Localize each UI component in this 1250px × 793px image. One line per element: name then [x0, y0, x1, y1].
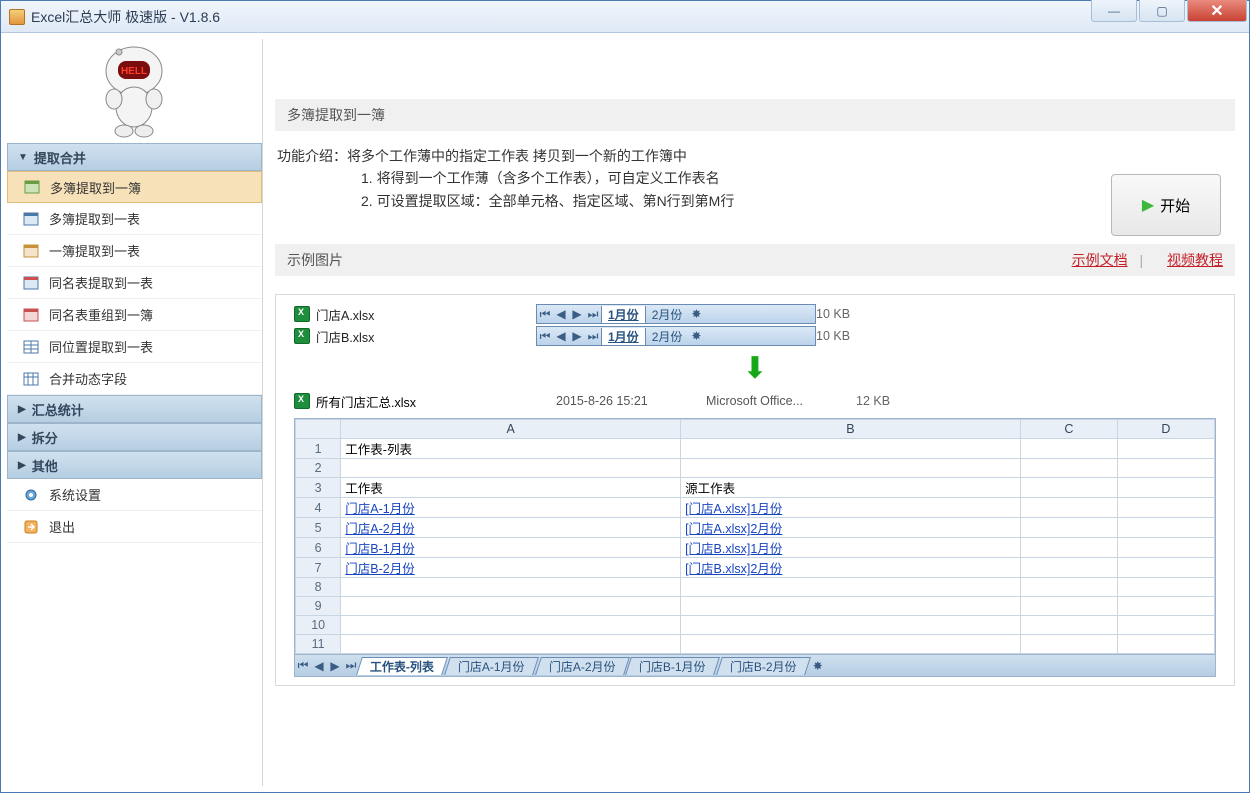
first-icon: ⏮ — [295, 658, 311, 673]
nav-extract-multibook-to-sheet[interactable]: 多簿提取到一表 — [7, 203, 262, 235]
maximize-button[interactable]: ▢ — [1139, 0, 1185, 22]
nav-exit[interactable]: 退出 — [7, 511, 262, 543]
sheet-tab-nav: ⏮ ◀ ▶ ⏭ 1月份 2月份 ✸ — [536, 304, 816, 324]
nav-extract-samepos-to-sheet[interactable]: 同位置提取到一表 — [7, 331, 262, 363]
new-sheet-icon: ✸ — [688, 307, 704, 321]
arrow-down-icon: ⬇ — [294, 351, 1216, 386]
play-icon: ▶ — [1142, 195, 1154, 215]
sheet-icon — [23, 211, 39, 227]
example-file-row: 门店A.xlsx ⏮ ◀ ▶ ⏭ 1月份 2月份 ✸ — [294, 303, 1216, 325]
main-panel: 多簿提取到一簿 功能介绍：将多个工作薄中的指定工作表 拷贝到一个新的工作簿中 1… — [263, 39, 1243, 786]
gear-icon — [23, 487, 39, 503]
example-doc-link[interactable]: 示例文档 — [1072, 252, 1128, 268]
excel-file-icon — [294, 306, 310, 322]
output-file-row: 所有门店汇总.xlsx 2015-8-26 15:21 Microsoft Of… — [294, 390, 1216, 412]
sidebar: HELL ▼ 提取合并 多簿提取到一簿 — [7, 39, 263, 786]
excel-file-icon — [294, 328, 310, 344]
example-header: 示例图片 示例文档 | 视频教程 — [275, 244, 1235, 276]
chevron-right-icon: ▶ — [18, 432, 26, 443]
titlebar: Excel汇总大师 极速版 - V1.8.6 — ▢ ✕ — [1, 1, 1249, 33]
close-button[interactable]: ✕ — [1187, 0, 1247, 22]
nav-section-other[interactable]: ▶ 其他 — [7, 451, 262, 479]
new-sheet-icon: ✸ — [810, 659, 826, 673]
grid-icon — [23, 371, 39, 387]
minimize-button[interactable]: — — [1091, 0, 1137, 22]
sheet-icon — [23, 307, 39, 323]
nav-section-split[interactable]: ▶ 拆分 — [7, 423, 262, 451]
window-title: Excel汇总大师 极速版 - V1.8.6 — [31, 7, 1091, 27]
nav-merge-dynamic-fields[interactable]: 合并动态字段 — [7, 363, 262, 395]
nav-section-summary[interactable]: ▶ 汇总统计 — [7, 395, 262, 423]
exit-icon — [23, 519, 39, 535]
example-panel: 门店A.xlsx ⏮ ◀ ▶ ⏭ 1月份 2月份 ✸ — [275, 294, 1235, 686]
nav-extract-samename-to-sheet[interactable]: 同名表提取到一表 — [7, 267, 262, 299]
nav-extract-samename-to-book[interactable]: 同名表重组到一簿 — [7, 299, 262, 331]
grid-icon — [23, 339, 39, 355]
app-icon — [9, 9, 25, 25]
preview-sheet-tabs: ⏮ ◀ ▶ ⏭ 工作表-列表 门店A-1月份 门店A-2月份 门店B-1月份 门… — [294, 655, 1216, 677]
sheet-icon — [24, 179, 40, 195]
section-header: 多簿提取到一簿 — [275, 99, 1235, 131]
sheet-icon — [23, 243, 39, 259]
prev-icon: ◀ — [553, 307, 569, 321]
next-icon: ▶ — [569, 307, 585, 321]
svg-text:HELL: HELL — [120, 66, 146, 77]
chevron-right-icon: ▶ — [18, 460, 26, 471]
video-tutorial-link[interactable]: 视频教程 — [1167, 252, 1223, 268]
next-icon: ▶ — [327, 659, 343, 673]
mascot-image: HELL — [7, 39, 262, 143]
last-icon: ⏭ — [585, 307, 601, 322]
nav-section-extract[interactable]: ▼ 提取合并 — [7, 143, 262, 171]
chevron-right-icon: ▶ — [18, 404, 26, 415]
prev-icon: ◀ — [311, 659, 327, 673]
sheet-icon — [23, 275, 39, 291]
nav-extract-book-to-sheet[interactable]: 一簿提取到一表 — [7, 235, 262, 267]
nav-extract-multibook-to-book[interactable]: 多簿提取到一簿 — [7, 171, 262, 203]
chevron-down-icon: ▼ — [18, 152, 28, 163]
sheet-tab-nav: ⏮◀▶⏭ 1月份 2月份 ✸ — [536, 326, 816, 346]
feature-description: 功能介绍：将多个工作薄中的指定工作表 拷贝到一个新的工作簿中 1. 将得到一个工… — [275, 131, 1235, 218]
preview-sheet: A B C D 1工作表-列表23工作表源工作表4门店A-1月份[门店A.xls… — [294, 418, 1216, 655]
example-file-row: 门店B.xlsx ⏮◀▶⏭ 1月份 2月份 ✸ 10 KB — [294, 325, 1216, 347]
first-icon: ⏮ — [537, 307, 553, 322]
nav-settings[interactable]: 系统设置 — [7, 479, 262, 511]
excel-file-icon — [294, 393, 310, 409]
start-button[interactable]: ▶ 开始 — [1111, 174, 1221, 236]
app-window: Excel汇总大师 极速版 - V1.8.6 — ▢ ✕ HELL — [0, 0, 1250, 793]
